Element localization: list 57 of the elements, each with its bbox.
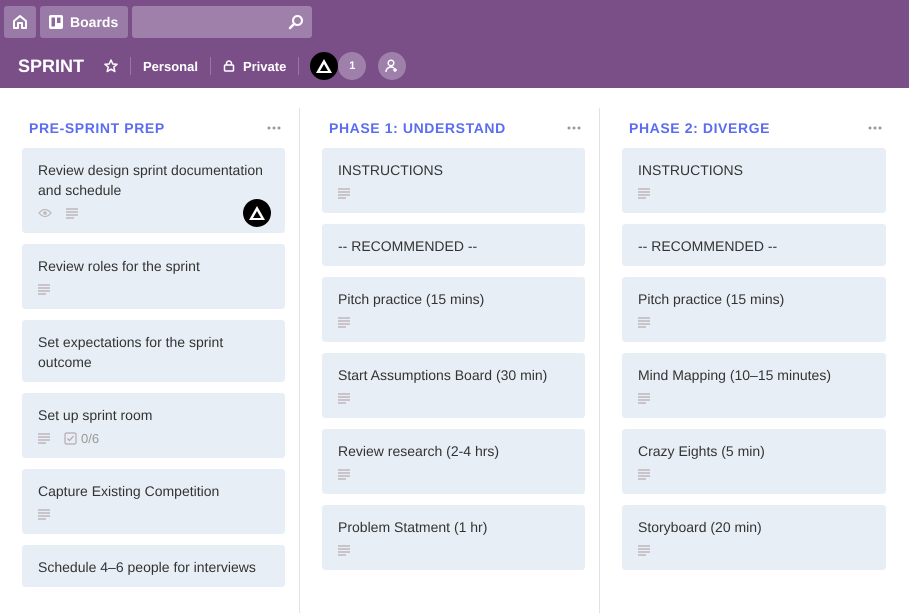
card-title: Schedule 4–6 people for interviews [38, 558, 257, 577]
card-title: Set up sprint room [38, 406, 154, 425]
card[interactable]: Schedule 4–6 people for interviews [22, 545, 285, 587]
card-title: -- RECOMMENDED -- [638, 237, 778, 256]
search-icon [288, 14, 304, 30]
card[interactable]: Review roles for the sprint [22, 244, 285, 309]
board-icon [48, 14, 64, 30]
card-title: Problem Statment (1 hr) [338, 518, 488, 537]
card-title: Storyboard (20 min) [638, 518, 763, 537]
card-title: -- RECOMMENDED -- [338, 237, 478, 256]
add-user-icon [385, 59, 400, 73]
card[interactable]: Set expectations for the sprint outcome [22, 320, 285, 382]
card[interactable]: Capture Existing Competition [22, 469, 285, 534]
card-title: Review research (2-4 hrs) [338, 442, 500, 461]
card-title: Pitch practice (15 mins) [638, 290, 786, 309]
card[interactable]: Crazy Eights (5 min) [622, 429, 886, 494]
list-title: PHASE 2: DIVERGE [628, 120, 770, 136]
visibility-button[interactable]: Private [214, 54, 294, 78]
card-title: Crazy Eights (5 min) [638, 442, 766, 461]
card-title: Capture Existing Competition [38, 482, 220, 501]
card[interactable]: Problem Statment (1 hr) [322, 505, 585, 570]
invite-button[interactable] [378, 52, 406, 80]
lock-icon [222, 60, 235, 72]
card[interactable]: INSTRUCTIONS [622, 148, 886, 213]
star-icon [104, 59, 118, 73]
team-button[interactable]: Personal [135, 54, 206, 78]
more-icon [868, 126, 882, 130]
card-title: Review roles for the sprint [38, 257, 201, 276]
card[interactable]: Mind Mapping (10–15 minutes) [622, 353, 886, 418]
card[interactable]: Pitch practice (15 mins) [622, 277, 886, 342]
card[interactable]: -- RECOMMENDED -- [622, 224, 886, 266]
card[interactable]: Pitch practice (15 mins) [322, 277, 585, 342]
card[interactable]: Review design sprint documentation and schedule [22, 148, 285, 233]
card-title: Pitch practice (15 mins) [338, 290, 486, 309]
home-icon [12, 14, 28, 30]
card-title: Mind Mapping (10–15 minutes) [638, 366, 832, 385]
card-title: Set expectations for the sprint outcome [38, 333, 224, 372]
card[interactable]: Review research (2-4 hrs) [322, 429, 585, 494]
list-title: PHASE 1: UNDERSTAND [328, 120, 506, 136]
card[interactable]: INSTRUCTIONS [322, 148, 585, 213]
card[interactable]: Start Assumptions Board (30 min) [322, 353, 585, 418]
list-title: PRE-SPRINT PREP [28, 120, 165, 136]
home-button[interactable] [4, 6, 36, 38]
card-title: Review design sprint documentation and schedule [38, 161, 264, 200]
search-field[interactable] [132, 6, 312, 38]
member-avatar[interactable] [309, 51, 340, 81]
checklist-badge: 0/6 [64, 430, 100, 446]
card[interactable]: Storyboard (20 min) [622, 505, 886, 570]
board-title: SPRINT [18, 56, 84, 76]
card[interactable]: Set up sprint room 0/6 [22, 393, 285, 458]
card[interactable]: -- RECOMMENDED -- [322, 224, 585, 266]
card-title: INSTRUCTIONS [338, 161, 444, 180]
more-icon [267, 126, 281, 130]
boards-button[interactable]: Boards [40, 6, 128, 38]
more-icon [567, 126, 581, 130]
card-title: INSTRUCTIONS [638, 161, 744, 180]
card-title: Start Assumptions Board (30 min) [338, 366, 548, 385]
